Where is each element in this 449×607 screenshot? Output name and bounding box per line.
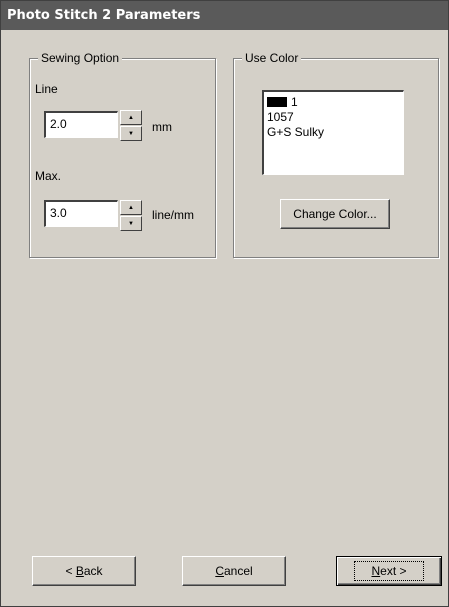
- dialog-title: Photo Stitch 2 Parameters: [1, 1, 448, 30]
- photo-stitch-parameters-dialog: Photo Stitch 2 Parameters Sewing Option …: [0, 0, 449, 607]
- back-button-label: < Back: [65, 564, 103, 578]
- next-button-label: Next >: [354, 561, 424, 581]
- color-brand-line: G+S Sulky: [267, 125, 325, 139]
- line-input[interactable]: 2.0: [44, 111, 118, 138]
- cancel-button[interactable]: Cancel: [182, 556, 286, 586]
- line-spin-down-button[interactable]: ▼: [120, 126, 142, 141]
- back-button[interactable]: < Back: [32, 556, 136, 586]
- cancel-button-label: Cancel: [215, 564, 253, 578]
- arrow-down-icon: ▼: [128, 130, 134, 137]
- change-color-button[interactable]: Change Color...: [280, 199, 390, 229]
- color-listbox[interactable]: 1 1057 G+S Sulky: [262, 90, 404, 175]
- sewing-option-legend: Sewing Option: [38, 51, 123, 65]
- line-spin-up-button[interactable]: ▲: [120, 110, 142, 125]
- max-spin-down-button[interactable]: ▼: [120, 216, 142, 231]
- change-color-button-label: Change Color...: [293, 207, 377, 221]
- next-button[interactable]: Next >: [336, 556, 442, 586]
- color-swatch: [267, 96, 287, 107]
- use-color-legend: Use Color: [242, 51, 302, 65]
- max-label: Max.: [35, 169, 62, 183]
- color-number: 1: [291, 95, 298, 109]
- arrow-up-icon: ▲: [128, 114, 134, 121]
- max-unit-label: line/mm: [152, 208, 195, 222]
- max-spinner: ▲ ▼: [120, 200, 142, 231]
- max-input[interactable]: 3.0: [44, 200, 118, 227]
- line-unit-label: mm: [152, 120, 172, 134]
- arrow-down-icon: ▼: [128, 220, 134, 227]
- line-spinner: ▲ ▼: [120, 110, 142, 141]
- color-code-line: 1057: [267, 110, 294, 124]
- arrow-up-icon: ▲: [128, 204, 134, 211]
- line-label: Line: [35, 82, 58, 96]
- color-number-line: 1: [267, 95, 298, 110]
- max-spin-up-button[interactable]: ▲: [120, 200, 142, 215]
